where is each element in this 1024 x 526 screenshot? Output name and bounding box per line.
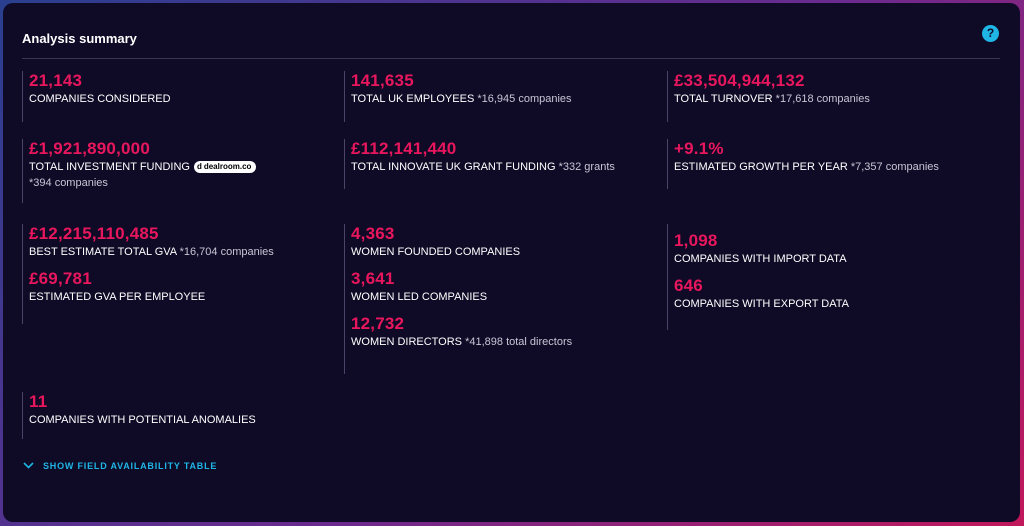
stat-label: TOTAL UK EMPLOYEES bbox=[351, 93, 475, 105]
stat-growth: +9.1% ESTIMATED GROWTH PER YEAR *7,357 c… bbox=[667, 139, 939, 189]
stat-value: 21,143 bbox=[29, 71, 83, 90]
stat-label: COMPANIES WITH IMPORT DATA bbox=[674, 253, 847, 265]
dealroom-badge: d dealroom.co bbox=[193, 161, 257, 173]
toggle-label[interactable]: SHOW FIELD AVAILABILITY TABLE bbox=[43, 461, 217, 471]
stat-label: WOMEN DIRECTORS bbox=[351, 336, 463, 348]
stat-gva: £12,215,110,485 BEST ESTIMATE TOTAL GVA … bbox=[22, 224, 274, 324]
stat-label: COMPANIES WITH POTENTIAL ANOMALIES bbox=[29, 414, 256, 426]
stat-value: £12,215,110,485 bbox=[29, 224, 159, 243]
stat-note: *16,945 companies bbox=[477, 93, 572, 105]
stat-value: 646 bbox=[674, 276, 703, 295]
divider bbox=[22, 58, 1000, 59]
stat-value: £1,921,890,000 bbox=[29, 139, 150, 158]
stat-value: £112,141,440 bbox=[351, 139, 457, 158]
stat-value: 4,363 bbox=[351, 224, 395, 243]
stat-value: 3,641 bbox=[351, 269, 395, 288]
stat-value: 1,098 bbox=[674, 231, 718, 250]
stat-value: £69,781 bbox=[29, 269, 92, 288]
stat-value: 12,732 bbox=[351, 314, 405, 333]
chevron-down-icon bbox=[23, 461, 34, 471]
dealroom-badge-text: dealroom.co bbox=[203, 162, 252, 171]
stat-value: +9.1% bbox=[674, 139, 724, 158]
stat-turnover: £33,504,944,132 TOTAL TURNOVER *17,618 c… bbox=[667, 71, 870, 122]
stat-investment-funding: £1,921,890,000 TOTAL INVESTMENT FUNDING d… bbox=[22, 139, 257, 203]
stat-value: 11 bbox=[29, 392, 48, 411]
stat-innovate-uk-funding: £112,141,440 TOTAL INNOVATE UK GRANT FUN… bbox=[344, 139, 615, 189]
stat-women: 4,363 WOMEN FOUNDED COMPANIES 3,641 WOME… bbox=[344, 224, 572, 374]
stat-label: BEST ESTIMATE TOTAL GVA bbox=[29, 246, 177, 258]
stat-trade-data: 1,098 COMPANIES WITH IMPORT DATA 646 COM… bbox=[667, 224, 849, 330]
analysis-summary-panel: Analysis summary ? 21,143 COMPANIES CONS… bbox=[3, 3, 1020, 522]
stat-anomalies: 11 COMPANIES WITH POTENTIAL ANOMALIES bbox=[22, 392, 256, 439]
stat-note: *332 grants bbox=[558, 161, 615, 173]
stat-note: *7,357 companies bbox=[850, 161, 939, 173]
stat-note: *41,898 total directors bbox=[465, 336, 573, 348]
stat-note: *16,704 companies bbox=[179, 246, 274, 258]
dealroom-logo-icon: d bbox=[196, 162, 202, 171]
panel-title: Analysis summary bbox=[22, 31, 137, 46]
stat-label: COMPANIES CONSIDERED bbox=[29, 93, 171, 105]
stat-value: £33,504,944,132 bbox=[674, 71, 805, 90]
show-field-availability-toggle[interactable]: SHOW FIELD AVAILABILITY TABLE bbox=[23, 461, 217, 471]
stat-note: *17,618 companies bbox=[775, 93, 870, 105]
stat-label: TOTAL TURNOVER bbox=[674, 93, 773, 105]
stat-label: ESTIMATED GROWTH PER YEAR bbox=[674, 161, 848, 173]
stat-companies-considered: 21,143 COMPANIES CONSIDERED bbox=[22, 71, 171, 122]
stat-note: *394 companies bbox=[29, 177, 108, 189]
help-icon[interactable]: ? bbox=[982, 25, 999, 42]
stat-value: 141,635 bbox=[351, 71, 414, 90]
stat-uk-employees: 141,635 TOTAL UK EMPLOYEES *16,945 compa… bbox=[344, 71, 572, 122]
stat-label: WOMEN FOUNDED COMPANIES bbox=[351, 246, 521, 258]
stat-label: TOTAL INVESTMENT FUNDING bbox=[29, 161, 190, 173]
stat-label: TOTAL INNOVATE UK GRANT FUNDING bbox=[351, 161, 556, 173]
stat-label: ESTIMATED GVA PER EMPLOYEE bbox=[29, 291, 206, 303]
stat-label: WOMEN LED COMPANIES bbox=[351, 291, 488, 303]
stat-label: COMPANIES WITH EXPORT DATA bbox=[674, 298, 850, 310]
